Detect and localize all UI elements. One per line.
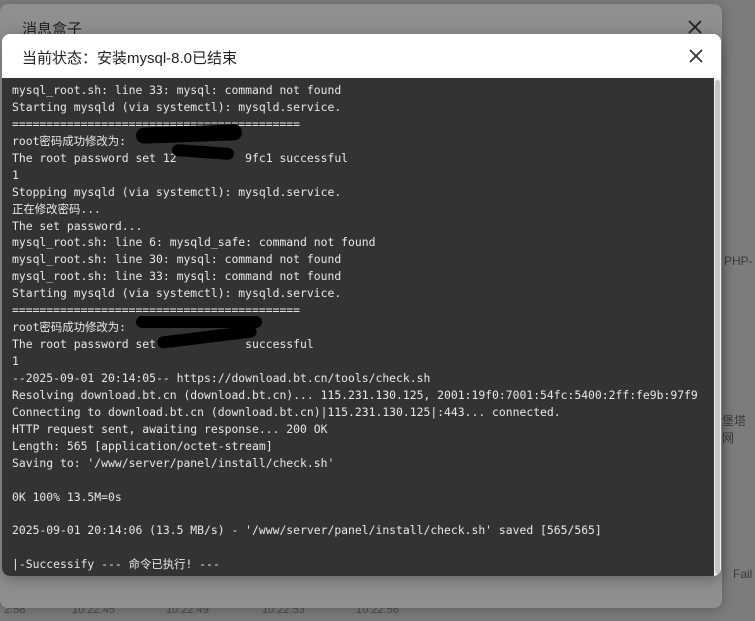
terminal-line: 1: [12, 167, 19, 182]
terminal-line: mysql_root.sh: line 30: mysql: command n…: [12, 252, 342, 267]
install-status-close-icon[interactable]: [685, 45, 707, 67]
terminal-line: The root password set 1 successful: [12, 337, 314, 352]
terminal-line: Connecting to download.bt.cn (download.b…: [12, 404, 561, 419]
terminal-line: 正在修改密码...: [12, 201, 101, 216]
terminal-line: |-Successify --- 命令已执行! ---: [12, 557, 220, 572]
terminal-line: mysql_root.sh: line 33: mysql: command n…: [12, 83, 342, 97]
install-status-dialog: 当前状态：安装mysql-8.0已结束 mysql_root.sh: line …: [2, 34, 721, 576]
terminal-line: 0K 100% 13.5M=0s: [12, 489, 122, 504]
terminal-line: ========================================…: [12, 116, 301, 131]
terminal-line: Saving to: '/www/server/panel/install/ch…: [12, 455, 335, 470]
terminal-line: Length: 565 [application/octet-stream]: [12, 438, 273, 453]
bg-side-label-php: PHP-: [724, 254, 753, 268]
terminal-line: ========================================…: [12, 303, 301, 318]
terminal-line: root密码成功修改为:: [12, 320, 133, 335]
terminal-line: Starting mysqld (via systemctl): mysqld.…: [12, 99, 342, 114]
terminal-line: --2025-09-01 20:14:05-- https://download…: [12, 370, 431, 385]
terminal-output[interactable]: mysql_root.sh: line 33: mysql: command n…: [2, 78, 714, 576]
terminal-line: 1: [12, 354, 19, 368]
bg-side-label-fail: Fail: [733, 567, 753, 581]
terminal-scrollbar[interactable]: [714, 78, 721, 576]
terminal-line: The set password...: [12, 218, 143, 233]
terminal-line: 2025-09-01 20:14:06 (13.5 MB/s) - '/www/…: [12, 523, 602, 538]
install-status-title: 当前状态：安装mysql-8.0已结束: [22, 50, 238, 67]
install-status-header: 当前状态：安装mysql-8.0已结束: [2, 34, 721, 78]
terminal-lines: mysql_root.sh: line 33: mysql: command n…: [12, 82, 698, 573]
terminal-line: mysql_root.sh: line 6: mysqld_safe: comm…: [12, 235, 376, 250]
terminal-scrollbar-thumb[interactable]: [715, 80, 720, 574]
terminal-line: Resolving download.bt.cn (download.bt.cn…: [12, 387, 698, 402]
terminal-line: HTTP request sent, awaiting response... …: [12, 421, 328, 436]
terminal-line: root密码成功修改为:: [12, 133, 133, 148]
terminal-line: Starting mysqld (via systemctl): mysqld.…: [12, 286, 342, 301]
terminal-line: mysql_root.sh: line 33: mysql: command n…: [12, 269, 342, 284]
bg-side-label-firewall: 堡塔网: [722, 414, 747, 445]
terminal-line: The root password set 12 9fc1 successful: [12, 150, 349, 165]
terminal-line: Stopping mysqld (via systemctl): mysqld.…: [12, 184, 342, 199]
